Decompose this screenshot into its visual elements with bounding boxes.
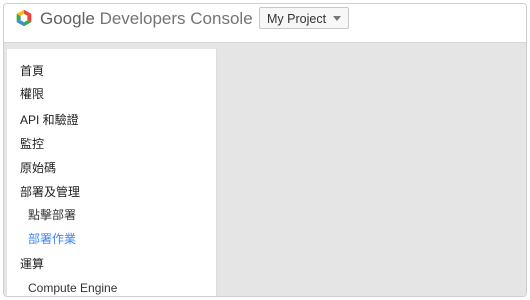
sidebar-item-permissions[interactable]: 權限 [20,86,44,102]
sidebar-item-monitoring[interactable]: 監控 [20,136,44,152]
sidebar-item-source-code[interactable]: 原始碼 [20,160,56,176]
sidebar-item-apis-auth[interactable]: API 和驗證 [20,112,79,128]
project-selector[interactable]: My Project [259,7,349,29]
chevron-down-icon [333,16,341,21]
google-cloud-hexagon-icon[interactable] [13,7,35,29]
sidebar-item-deploy-manage[interactable]: 部署及管理 [20,184,80,200]
sidebar-item-compute-engine[interactable]: Compute Engine [28,280,117,296]
sidebar-nav: 首頁 權限 API 和驗證 監控 原始碼 部署及管理 點擊部署 部署作業 運算 … [7,49,217,296]
main-content-area: 首頁 權限 API 和驗證 監控 原始碼 部署及管理 點擊部署 部署作業 運算 … [4,43,526,296]
sidebar-item-home[interactable]: 首頁 [20,63,44,79]
sidebar-item-deployments[interactable]: 部署作業 [28,231,76,247]
app-title[interactable]: Google Developers Console [40,8,253,30]
brand-google-text: Google [40,9,95,28]
sidebar-item-click-to-deploy[interactable]: 點擊部署 [28,207,76,223]
top-bar: Google Developers Console My Project [4,4,526,43]
sidebar-item-compute[interactable]: 運算 [20,256,44,272]
console-window: Google Developers Console My Project 首頁 … [3,3,527,297]
project-selector-label: My Project [267,12,327,26]
brand-product-text: Developers Console [99,9,253,28]
